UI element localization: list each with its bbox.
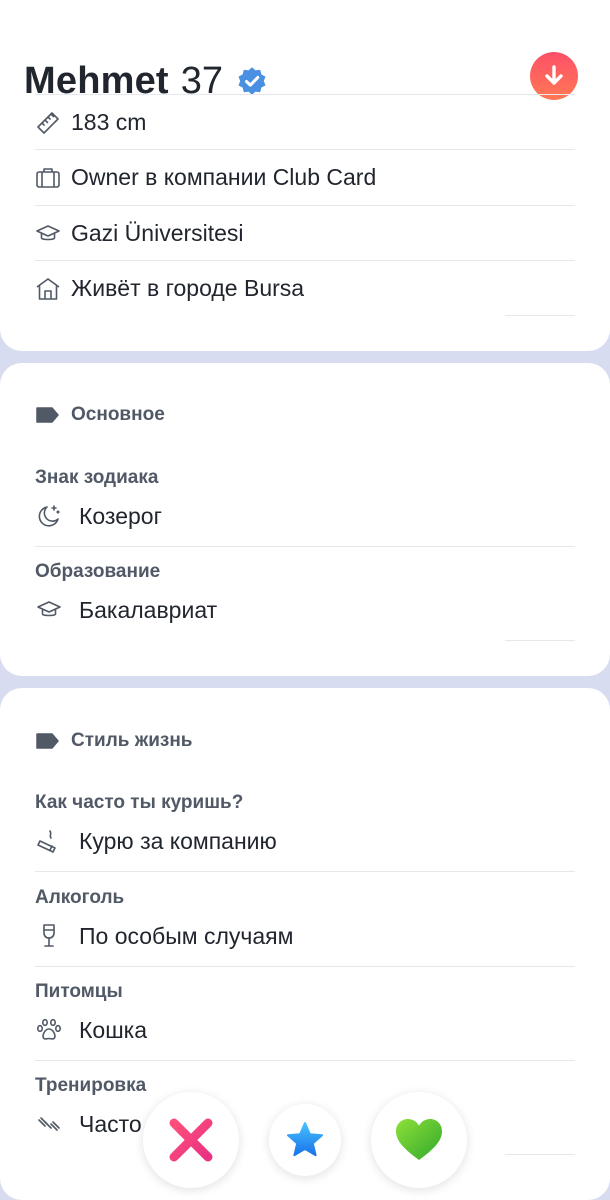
zodiac-text: Козерог: [79, 502, 162, 529]
collapse-profile-button[interactable]: [530, 52, 578, 100]
super-like-button[interactable]: [269, 1104, 341, 1176]
smoking-value: Курю за компанию: [35, 827, 277, 855]
education-label: Образование: [35, 561, 161, 582]
like-button[interactable]: [371, 1092, 467, 1188]
basics-title: Основное: [71, 404, 165, 425]
education-text: Бакалавриат: [79, 596, 218, 623]
briefcase-icon: [35, 165, 61, 191]
star-icon: [287, 1122, 323, 1157]
graduation-cap-icon: [35, 596, 63, 624]
divider: [35, 546, 575, 547]
dumbbell-icon: [35, 1110, 63, 1138]
alcohol-text: По особым случаям: [79, 922, 294, 949]
divider: [505, 640, 575, 641]
nope-button[interactable]: [143, 1092, 239, 1188]
tag-icon: [36, 407, 59, 423]
ruler-icon: [35, 110, 61, 136]
divider: [35, 1060, 575, 1061]
lifestyle-section-header: Стиль жизнь: [35, 730, 193, 752]
arrow-down-icon: [545, 65, 563, 85]
paw-icon: [35, 1016, 63, 1044]
workout-value: Часто: [35, 1110, 142, 1138]
alcohol-value: По особым случаям: [35, 922, 293, 950]
home-icon: [35, 276, 61, 302]
height-text: 183 cm: [71, 109, 147, 135]
job-text: Owner в компании Club Card: [71, 164, 377, 190]
city-text: Живёт в городе Bursa: [71, 275, 305, 301]
lifestyle-title: Стиль жизнь: [71, 730, 193, 751]
moon-icon: [35, 502, 63, 530]
tag-icon: [36, 733, 59, 749]
info-row-height: 183 cm: [35, 95, 575, 150]
school-text: Gazi Üniversitesi: [71, 220, 244, 246]
pets-value: Кошка: [35, 1016, 147, 1044]
divider: [35, 966, 575, 967]
heart-icon: [396, 1119, 442, 1160]
zodiac-value: Козерог: [35, 502, 162, 530]
info-row-city: Живёт в городе Bursa: [35, 261, 575, 316]
basics-section-header: Основное: [35, 404, 165, 426]
alcohol-label: Алкоголь: [35, 887, 125, 908]
pets-text: Кошка: [79, 1016, 148, 1043]
pets-label: Питомцы: [35, 981, 123, 1002]
verified-badge-icon: [235, 64, 269, 98]
cigarette-icon: [35, 827, 63, 855]
education-value: Бакалавриат: [35, 596, 217, 624]
smoking-label: Как часто ты куришь?: [35, 792, 244, 813]
divider: [505, 315, 575, 316]
divider: [35, 871, 575, 872]
workout-label: Тренировка: [35, 1075, 147, 1096]
smoking-text: Курю за компанию: [79, 827, 277, 854]
wine-glass-icon: [35, 922, 63, 950]
divider: [505, 1154, 575, 1155]
graduation-cap-icon: [35, 221, 61, 247]
info-row-school: Gazi Üniversitesi: [35, 206, 575, 261]
cross-icon: [169, 1118, 213, 1162]
workout-text: Часто: [79, 1110, 142, 1137]
info-row-job: Owner в компании Club Card: [35, 150, 575, 205]
zodiac-label: Знак зодиака: [35, 467, 159, 488]
